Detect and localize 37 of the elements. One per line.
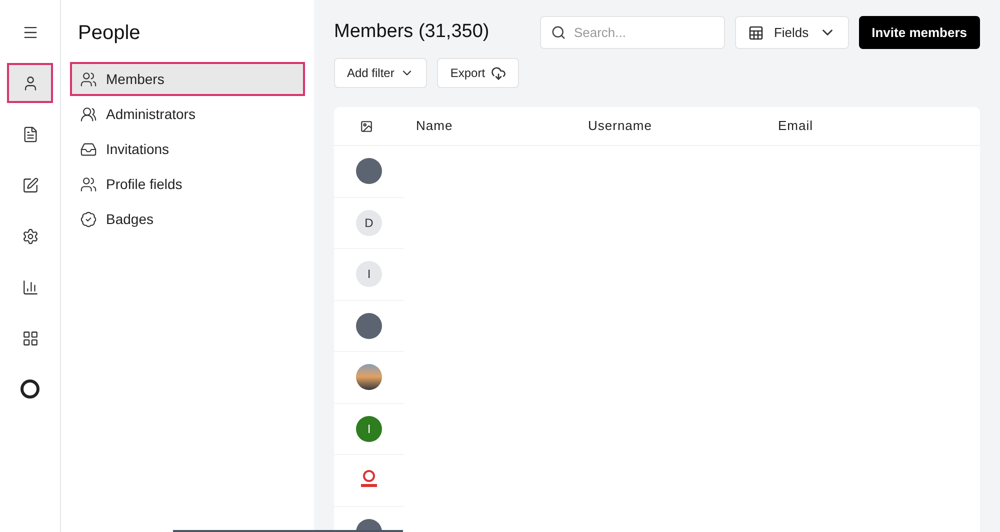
sidebar-item[interactable]: Invitations xyxy=(70,132,305,166)
ring-icon xyxy=(20,379,40,399)
table-icon xyxy=(748,24,764,40)
search-input[interactable]: Search... xyxy=(574,22,704,42)
avatar-photo xyxy=(356,312,382,339)
image-icon xyxy=(360,120,372,132)
invite-button[interactable]: Invite members xyxy=(858,16,980,49)
search-field[interactable]: Search... xyxy=(540,16,725,49)
column-header: Username xyxy=(588,117,653,136)
two-people-icon xyxy=(80,106,97,122)
sidebar-item[interactable]: Badges xyxy=(70,202,305,236)
add-filter-button[interactable]: Add filter xyxy=(334,58,428,88)
badge-check-icon xyxy=(80,210,97,228)
sidebar-item[interactable]: Profile fields xyxy=(70,167,305,201)
sidebar-item[interactable]: Administrators xyxy=(70,97,305,131)
sidebar-title: People xyxy=(77,21,142,46)
group-icon xyxy=(80,70,97,88)
avatar-photo xyxy=(356,364,382,390)
page-title: Members (31,350) xyxy=(334,20,490,44)
fields-button[interactable]: Fields xyxy=(734,16,849,49)
group-icon xyxy=(80,176,97,192)
column-header: Name xyxy=(415,117,454,136)
chart-icon xyxy=(22,278,38,296)
avatar-initial: I xyxy=(356,416,382,442)
settings-icon xyxy=(22,228,38,244)
avatar-initial: D xyxy=(356,210,382,236)
document-icon xyxy=(22,126,38,142)
column-header: Email xyxy=(778,117,814,136)
export-button[interactable]: Export xyxy=(437,58,520,88)
cloud-download-icon xyxy=(491,66,506,80)
edit-icon xyxy=(22,176,38,194)
avatar-photo xyxy=(356,158,382,184)
inbox-icon xyxy=(80,140,97,158)
grid-icon xyxy=(22,330,38,346)
search-icon xyxy=(550,25,566,40)
avatar-initial: I xyxy=(356,261,382,288)
sidebar-item[interactable]: Members xyxy=(70,62,305,96)
